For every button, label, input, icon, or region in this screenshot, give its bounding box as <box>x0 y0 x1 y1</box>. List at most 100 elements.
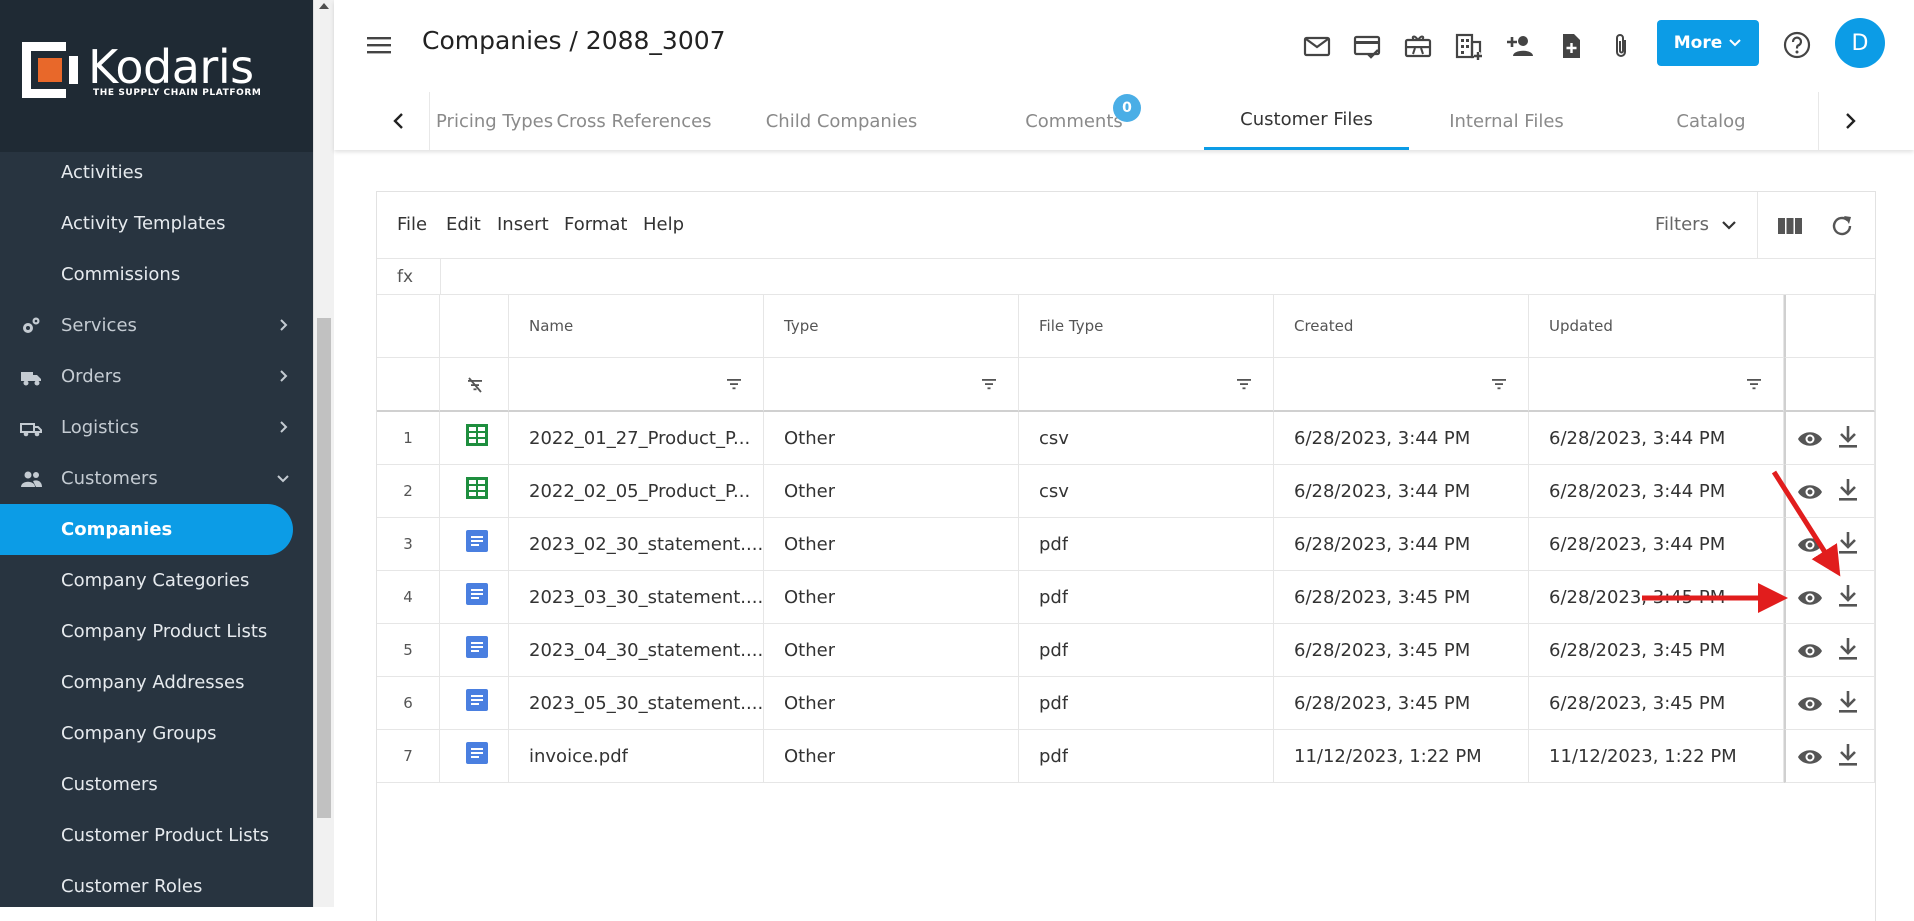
menu-insert[interactable]: Insert <box>497 214 549 235</box>
scrollbar-thumb[interactable] <box>317 318 331 818</box>
table-cell-updated[interactable]: 6/28/2023, 3:44 PM <box>1529 465 1784 518</box>
table-cell-file-type[interactable]: pdf <box>1019 730 1274 783</box>
tab-internal-files[interactable]: Internal Files <box>1409 92 1604 150</box>
column-header[interactable]: Type <box>764 295 1019 358</box>
table-cell-type[interactable]: Other <box>764 677 1019 730</box>
file-add-icon[interactable] <box>1556 31 1586 61</box>
table-cell-created[interactable]: 6/28/2023, 3:45 PM <box>1274 624 1529 677</box>
person-add-icon[interactable] <box>1505 31 1535 61</box>
sidebar-item-commissions[interactable]: Commissions <box>0 249 313 300</box>
table-cell-file-type[interactable]: pdf <box>1019 677 1274 730</box>
table-cell-created[interactable]: 6/28/2023, 3:44 PM <box>1274 412 1529 465</box>
menu-file[interactable]: File <box>397 214 427 235</box>
table-cell-file-type[interactable]: csv <box>1019 465 1274 518</box>
table-cell-updated[interactable]: 6/28/2023, 3:45 PM <box>1529 624 1784 677</box>
clear-filter-icon[interactable] <box>466 376 484 394</box>
table-cell-updated[interactable]: 6/28/2023, 3:44 PM <box>1529 412 1784 465</box>
table-cell-name[interactable]: 2023_05_30_statement.... <box>509 677 764 730</box>
sidebar-item-customer-roles[interactable]: Customer Roles <box>0 861 313 907</box>
table-cell-name[interactable]: invoice.pdf <box>509 730 764 783</box>
more-button[interactable]: More <box>1657 20 1759 66</box>
logo[interactable]: Kodaris THE SUPPLY CHAIN PLATFORM <box>0 0 313 152</box>
tab-next-button[interactable] <box>1818 92 1914 150</box>
sidebar-item-orders[interactable]: Orders <box>0 351 313 402</box>
table-cell-type[interactable]: Other <box>764 624 1019 677</box>
sidebar-item-company-product-lists[interactable]: Company Product Lists <box>0 606 313 657</box>
sidebar-item-company-categories[interactable]: Company Categories <box>0 555 313 606</box>
table-cell-file-type[interactable]: csv <box>1019 412 1274 465</box>
sidebar-item-customers[interactable]: Customers <box>0 453 313 504</box>
column-header[interactable]: Updated <box>1529 295 1784 358</box>
download-icon[interactable] <box>1835 689 1861 715</box>
menu-format[interactable]: Format <box>564 214 627 235</box>
column-header[interactable]: Name <box>509 295 764 358</box>
sidebar-item-activities[interactable]: Activities <box>0 147 313 198</box>
sidebar-item-activity-templates[interactable]: Activity Templates <box>0 198 313 249</box>
sidebar-item-company-addresses[interactable]: Company Addresses <box>0 657 313 708</box>
avatar[interactable]: D <box>1835 18 1885 68</box>
table-cell-name[interactable]: 2023_03_30_statement.... <box>509 571 764 624</box>
column-header[interactable]: Created <box>1274 295 1529 358</box>
sidebar-item-services[interactable]: Services <box>0 300 313 351</box>
table-cell-updated[interactable]: 6/28/2023, 3:45 PM <box>1529 677 1784 730</box>
sidebar-item-customer-product-lists[interactable]: Customer Product Lists <box>0 810 313 861</box>
tab-child-companies[interactable]: Child Companies <box>739 92 944 150</box>
download-icon[interactable] <box>1835 477 1861 503</box>
paperclip-icon[interactable] <box>1606 31 1636 61</box>
filter-cell[interactable] <box>764 358 1019 412</box>
table-cell-file-type[interactable]: pdf <box>1019 571 1274 624</box>
filter-cell[interactable] <box>509 358 764 412</box>
table-cell-file-type[interactable]: pdf <box>1019 624 1274 677</box>
tab-comments[interactable]: Comments 0 <box>944 92 1204 150</box>
help-icon[interactable] <box>1781 29 1813 61</box>
table-cell-created[interactable]: 6/28/2023, 3:45 PM <box>1274 571 1529 624</box>
table-cell-name[interactable]: 2022_01_27_Product_P... <box>509 412 764 465</box>
refresh-icon[interactable] <box>1828 212 1856 240</box>
columns-icon[interactable] <box>1776 212 1804 240</box>
filter-icon[interactable] <box>1490 375 1508 393</box>
hamburger-menu-icon[interactable] <box>366 32 392 58</box>
table-cell-name[interactable]: 2022_02_05_Product_P... <box>509 465 764 518</box>
tab-catalog[interactable]: Catalog <box>1604 92 1818 150</box>
filter-cell[interactable] <box>1019 358 1274 412</box>
mail-icon[interactable] <box>1302 31 1332 61</box>
filter-icon[interactable] <box>1745 375 1763 393</box>
download-icon[interactable] <box>1835 424 1861 450</box>
table-cell-type[interactable]: Other <box>764 730 1019 783</box>
table-cell-name[interactable]: 2023_04_30_statement.... <box>509 624 764 677</box>
sidebar-item-logistics[interactable]: Logistics <box>0 402 313 453</box>
view-icon[interactable] <box>1797 532 1823 558</box>
gift-card-icon[interactable] <box>1403 31 1433 61</box>
filters-button[interactable]: Filters <box>1655 214 1737 235</box>
building-add-icon[interactable] <box>1454 31 1484 61</box>
table-cell-updated[interactable]: 6/28/2023, 3:45 PM <box>1529 571 1784 624</box>
filter-icon[interactable] <box>1235 375 1253 393</box>
sidebar-item-company-groups[interactable]: Company Groups <box>0 708 313 759</box>
column-header[interactable]: File Type <box>1019 295 1274 358</box>
table-cell-created[interactable]: 6/28/2023, 3:45 PM <box>1274 677 1529 730</box>
view-icon[interactable] <box>1797 744 1823 770</box>
filter-icon[interactable] <box>725 375 743 393</box>
view-icon[interactable] <box>1797 426 1823 452</box>
download-icon[interactable] <box>1835 742 1861 768</box>
view-icon[interactable] <box>1797 479 1823 505</box>
sidebar-scrollbar[interactable] <box>313 0 334 907</box>
tab-cross-references[interactable]: Cross References <box>534 92 734 150</box>
view-icon[interactable] <box>1797 585 1823 611</box>
sidebar-item-companies[interactable]: Companies <box>0 504 293 555</box>
table-cell-type[interactable]: Other <box>764 518 1019 571</box>
menu-edit[interactable]: Edit <box>446 214 481 235</box>
table-cell-name[interactable]: 2023_02_30_statement.... <box>509 518 764 571</box>
menu-help[interactable]: Help <box>643 214 684 235</box>
download-icon[interactable] <box>1835 636 1861 662</box>
card-check-icon[interactable] <box>1352 31 1382 61</box>
scroll-up-icon[interactable] <box>319 3 329 9</box>
table-cell-created[interactable]: 6/28/2023, 3:44 PM <box>1274 465 1529 518</box>
filter-icon[interactable] <box>980 375 998 393</box>
table-cell-type[interactable]: Other <box>764 465 1019 518</box>
table-cell-updated[interactable]: 11/12/2023, 1:22 PM <box>1529 730 1784 783</box>
download-icon[interactable] <box>1835 583 1861 609</box>
table-cell-updated[interactable]: 6/28/2023, 3:44 PM <box>1529 518 1784 571</box>
tab-customer-files[interactable]: Customer Files <box>1204 92 1409 150</box>
table-cell-created[interactable]: 6/28/2023, 3:44 PM <box>1274 518 1529 571</box>
